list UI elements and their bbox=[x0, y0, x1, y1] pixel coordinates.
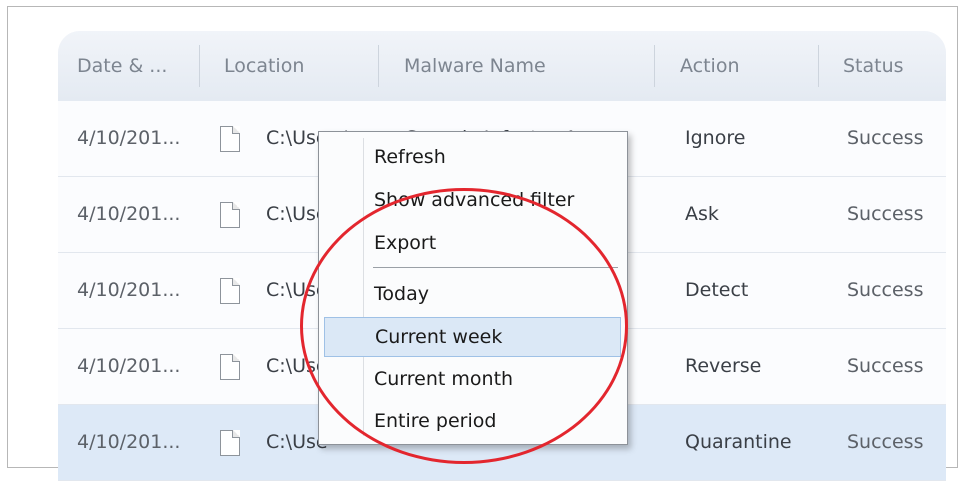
file-icon bbox=[220, 278, 240, 304]
menu-item-refresh[interactable]: Refresh bbox=[324, 138, 621, 178]
column-header-location[interactable]: Location bbox=[224, 31, 304, 101]
menu-item-today[interactable]: Today bbox=[324, 275, 621, 315]
status-cell: Success bbox=[847, 431, 924, 453]
status-cell: Success bbox=[847, 355, 924, 377]
menu-separator bbox=[373, 267, 618, 268]
date-cell: 4/10/201... bbox=[77, 203, 181, 225]
action-cell: Detect bbox=[685, 279, 749, 301]
file-icon bbox=[220, 202, 240, 228]
file-icon bbox=[220, 126, 240, 152]
menu-item-export[interactable]: Export bbox=[324, 224, 621, 264]
action-cell: Reverse bbox=[685, 355, 762, 377]
column-separator[interactable] bbox=[199, 45, 200, 87]
menu-item-show-advanced-filter[interactable]: Show advanced filter bbox=[324, 181, 621, 221]
column-header-malware-name[interactable]: Malware Name bbox=[404, 31, 546, 101]
menu-item-entire-period[interactable]: Entire period bbox=[324, 402, 621, 442]
date-cell: 4/10/201... bbox=[77, 355, 181, 377]
date-cell: 4/10/201... bbox=[77, 127, 181, 149]
action-cell: Ignore bbox=[685, 127, 746, 149]
column-separator[interactable] bbox=[654, 45, 655, 87]
status-cell: Success bbox=[847, 127, 924, 149]
column-separator[interactable] bbox=[378, 45, 379, 87]
menu-item-current-month[interactable]: Current month bbox=[324, 360, 621, 400]
context-menu: Refresh Show advanced filter Export Toda… bbox=[318, 131, 628, 445]
status-cell: Success bbox=[847, 279, 924, 301]
status-cell: Success bbox=[847, 203, 924, 225]
date-cell: 4/10/201... bbox=[77, 431, 181, 453]
action-cell: Ask bbox=[685, 203, 719, 225]
table-header: Date & ... Location Malware Name Action … bbox=[58, 31, 946, 102]
action-cell: Quarantine bbox=[685, 431, 792, 453]
file-icon bbox=[220, 430, 240, 456]
column-separator[interactable] bbox=[818, 45, 819, 87]
column-header-action[interactable]: Action bbox=[680, 31, 740, 101]
menu-item-current-week[interactable]: Current week bbox=[324, 317, 621, 357]
column-header-status[interactable]: Status bbox=[843, 31, 904, 101]
date-cell: 4/10/201... bbox=[77, 279, 181, 301]
column-header-date[interactable]: Date & ... bbox=[77, 31, 167, 101]
file-icon bbox=[220, 354, 240, 380]
